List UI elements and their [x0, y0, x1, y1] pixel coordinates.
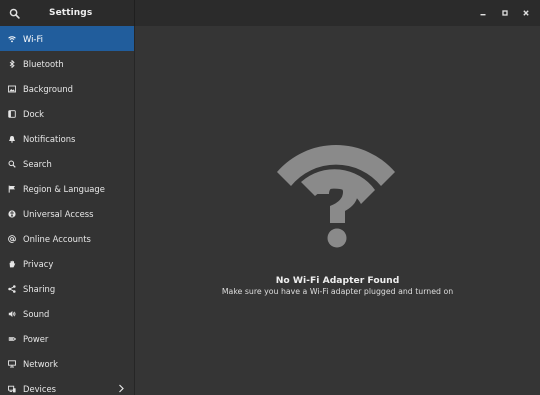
- empty-state-title: No Wi-Fi Adapter Found: [275, 275, 400, 286]
- sidebar-item-universal-access[interactable]: Universal Access: [0, 201, 134, 226]
- sidebar-item-sound[interactable]: Sound: [0, 301, 134, 326]
- sidebar-item-power[interactable]: Power: [0, 326, 134, 351]
- close-button[interactable]: [516, 3, 536, 23]
- flag-icon: [8, 185, 16, 193]
- sidebar-item-label: Privacy: [23, 258, 54, 269]
- empty-state-subtitle: Make sure you have a Wi-Fi adapter plugg…: [221, 287, 454, 296]
- sidebar-item-region-language[interactable]: Region & Language: [0, 176, 134, 201]
- sidebar-item-privacy[interactable]: Privacy: [0, 251, 134, 276]
- minimize-button[interactable]: [473, 3, 493, 23]
- sidebar-item-devices[interactable]: Devices: [0, 376, 134, 395]
- header-bar: Settings: [0, 0, 540, 27]
- sidebar-item-label: Search: [23, 158, 52, 169]
- share-icon: [8, 284, 16, 293]
- network-icon: [8, 359, 16, 368]
- close-icon: [523, 10, 529, 16]
- speaker-icon: [8, 310, 16, 318]
- wifi-panel: No Wi-Fi Adapter Found Make sure you hav…: [135, 26, 540, 395]
- maximize-icon: [502, 10, 508, 16]
- sidebar-item-label: Notifications: [23, 133, 76, 144]
- sidebar-item-online-accounts[interactable]: Online Accounts: [0, 226, 134, 251]
- wifi-icon: [8, 35, 16, 43]
- sidebar-item-label: Universal Access: [23, 208, 94, 219]
- sidebar-item-label: Dock: [23, 108, 45, 119]
- sidebar-item-label: Sound: [23, 308, 50, 319]
- at-sign-icon: [8, 234, 16, 243]
- dock-icon: [8, 109, 16, 118]
- devices-icon: [8, 385, 16, 393]
- sidebar-item-notifications[interactable]: Notifications: [0, 126, 134, 151]
- sidebar-item-bluetooth[interactable]: Bluetooth: [0, 51, 134, 76]
- sidebar-item-sharing[interactable]: Sharing: [0, 276, 134, 301]
- sidebar-item-label: Devices: [23, 383, 57, 394]
- search-icon: [9, 8, 20, 19]
- sidebar-item-label: Region & Language: [23, 183, 105, 194]
- accessibility-icon: [8, 209, 16, 218]
- sidebar-item-label: Background: [23, 83, 73, 94]
- sidebar-item-background[interactable]: Background: [0, 76, 134, 101]
- sidebar-item-label: Network: [23, 358, 58, 369]
- sidebar-item-label: Bluetooth: [23, 58, 64, 69]
- wifi-question-icon: [277, 145, 395, 248]
- search-button[interactable]: [4, 3, 24, 23]
- sidebar-item-wifi[interactable]: Wi-Fi: [0, 26, 134, 51]
- sidebar-item-label: Online Accounts: [23, 233, 91, 244]
- sidebar-item-label: Power: [23, 333, 49, 344]
- hand-icon: [8, 260, 16, 268]
- window-title: Settings: [49, 8, 93, 18]
- header-divider: [134, 0, 135, 26]
- sidebar-item-dock[interactable]: Dock: [0, 101, 134, 126]
- background-icon: [8, 85, 16, 93]
- maximize-button[interactable]: [495, 3, 515, 23]
- settings-window: Settings Wi-Fi Bluetooth Background Dock…: [0, 0, 540, 395]
- search-icon: [8, 160, 16, 168]
- bluetooth-icon: [8, 59, 16, 68]
- power-icon: [8, 335, 16, 343]
- minimize-icon: [480, 14, 486, 16]
- bell-icon: [8, 135, 16, 143]
- sidebar-item-search[interactable]: Search: [0, 151, 134, 176]
- sidebar-item-network[interactable]: Network: [0, 351, 134, 376]
- chevron-right-icon: [119, 384, 124, 393]
- sidebar-item-label: Wi-Fi: [23, 33, 43, 44]
- sidebar: Wi-Fi Bluetooth Background Dock Notifica…: [0, 26, 135, 395]
- sidebar-item-label: Sharing: [23, 283, 56, 294]
